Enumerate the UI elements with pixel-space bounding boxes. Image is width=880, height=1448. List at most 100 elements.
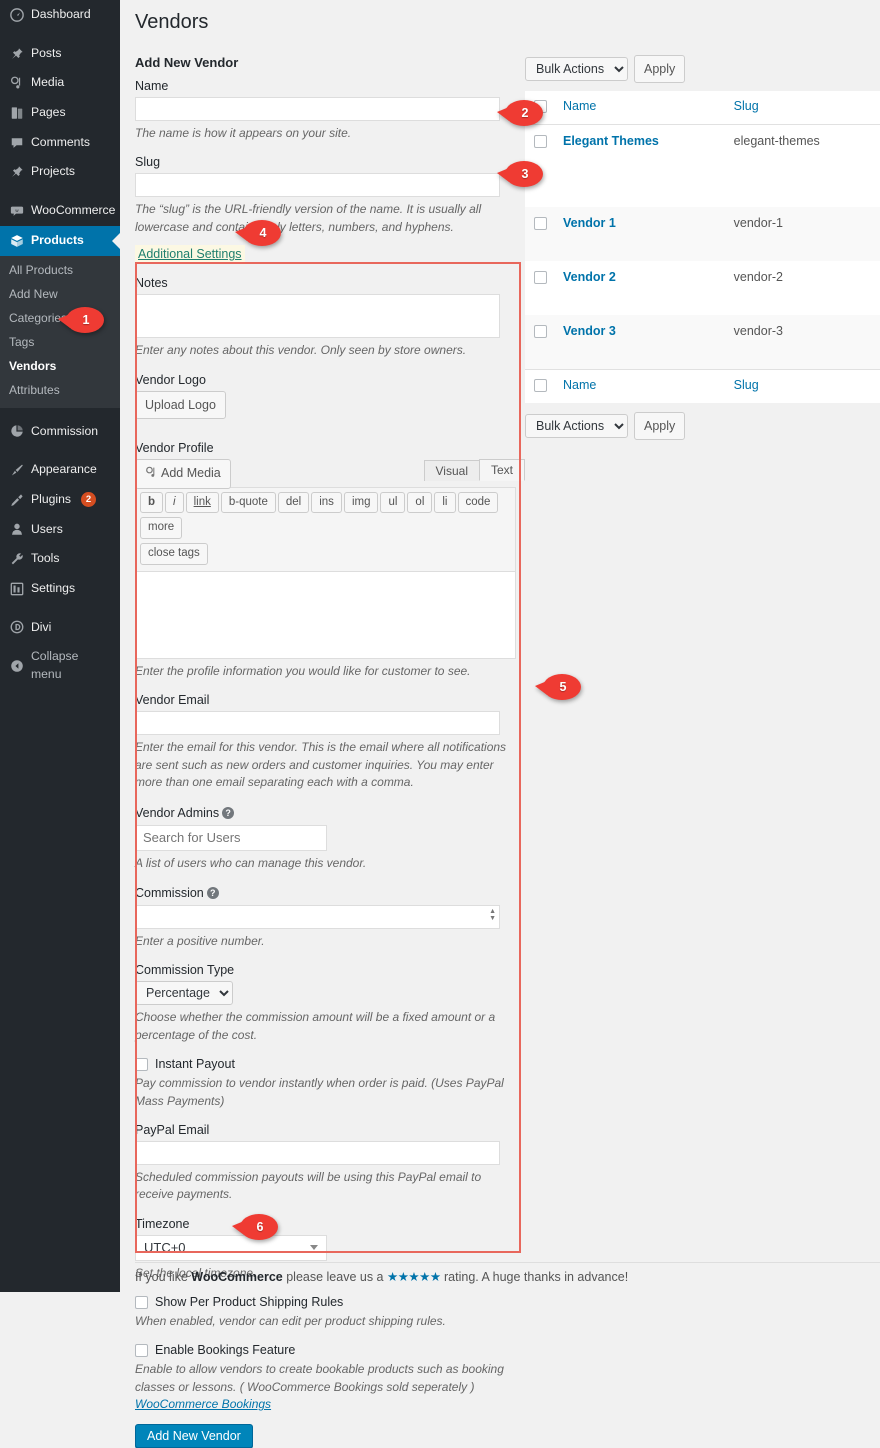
bulk-actions-select-bottom[interactable]: Bulk Actions — [525, 414, 628, 438]
apply-button-bottom[interactable]: Apply — [634, 412, 686, 440]
column-header-slug[interactable]: Slug — [724, 91, 880, 125]
name-input[interactable] — [135, 97, 500, 121]
sidebar-item-collapse-menu[interactable]: Collapse menu — [0, 642, 120, 689]
sidebar-item-settings[interactable]: Settings — [0, 574, 120, 604]
vendor-name-link[interactable]: Vendor 1 — [563, 216, 616, 230]
quicktag-code[interactable]: code — [457, 491, 499, 514]
quicktag-i[interactable]: i — [165, 491, 184, 514]
quicktag-b-quote[interactable]: b-quote — [220, 491, 276, 514]
quicktag-more[interactable]: more — [140, 517, 183, 540]
row-name-cell: Vendor 2 — [553, 261, 724, 315]
table-row[interactable]: Vendor 3 vendor-3 — [525, 315, 880, 370]
sidebar-item-attributes[interactable]: Attributes — [0, 378, 120, 402]
timezone-select[interactable]: UTC+0 — [135, 1234, 327, 1261]
commission-input[interactable] — [135, 904, 500, 929]
quicktag-link[interactable]: link — [185, 491, 219, 514]
bulk-actions-select-top[interactable]: Bulk Actions — [525, 57, 628, 81]
woocommerce-bookings-link[interactable]: WooCommerce Bookings — [135, 1397, 271, 1411]
bookings-feature-row[interactable]: Enable Bookings Feature — [135, 1343, 525, 1358]
slug-input[interactable] — [135, 173, 500, 198]
sort-by-slug-link[interactable]: Slug — [734, 99, 759, 113]
bookings-feature-help-text: Enable to allow vendors to create bookab… — [135, 1361, 518, 1413]
sidebar-item-vendors[interactable]: Vendors — [0, 354, 120, 378]
sidebar-item-woocommerce[interactable]: w WooCommerce — [0, 196, 120, 226]
paypal-email-help-text: Scheduled commission payouts will be usi… — [135, 1169, 482, 1202]
sort-by-slug-link-footer[interactable]: Slug — [734, 378, 759, 392]
sidebar-item-tools[interactable]: Tools — [0, 544, 120, 574]
column-header-name[interactable]: Name — [553, 91, 724, 125]
plug-icon — [9, 492, 24, 507]
apply-button-top[interactable]: Apply — [634, 55, 686, 83]
tab-visual[interactable]: Visual — [423, 459, 480, 481]
help-tip-icon[interactable]: ? — [222, 806, 235, 819]
sidebar-item-label: Users — [31, 521, 63, 536]
sidebar-item-comments[interactable]: Comments — [0, 128, 120, 158]
vendor-admins-input[interactable] — [135, 824, 327, 851]
add-new-vendor-submit-button[interactable]: Add New Vendor — [135, 1423, 253, 1448]
sidebar-item-commission[interactable]: Commission — [0, 417, 120, 447]
sidebar-item-posts[interactable]: Posts — [0, 39, 120, 69]
quicktag-ol[interactable]: ol — [407, 491, 433, 514]
sidebar-item-dashboard[interactable]: Dashboard — [0, 0, 120, 30]
sidebar-item-media[interactable]: Media — [0, 68, 120, 98]
editor-tabs: Visual Text — [423, 458, 525, 481]
row-checkbox[interactable] — [534, 271, 547, 284]
shipping-rules-row[interactable]: Show Per Product Shipping Rules — [135, 1295, 525, 1310]
paypal-email-label: PayPal Email — [135, 1122, 210, 1137]
quicktag-ul[interactable]: ul — [380, 491, 406, 514]
sidebar-item-projects[interactable]: Projects — [0, 157, 120, 187]
callout-marker-3: 3 — [497, 159, 543, 189]
instant-payout-checkbox[interactable] — [135, 1058, 148, 1072]
column-footer-name[interactable]: Name — [553, 370, 724, 404]
vendor-profile-textarea[interactable] — [135, 571, 516, 659]
vendor-name-link[interactable]: Vendor 3 — [563, 324, 616, 338]
quicktag-b[interactable]: b — [140, 491, 164, 514]
table-row[interactable]: Elegant Themes elegant-themes — [525, 125, 880, 208]
quicktag-img[interactable]: img — [343, 491, 379, 514]
sidebar-item-all-products[interactable]: All Products — [0, 258, 120, 282]
sidebar-item-products[interactable]: Products — [0, 225, 120, 256]
commission-type-help-text: Choose whether the commission amount wil… — [135, 1010, 496, 1042]
row-checkbox[interactable] — [534, 325, 547, 338]
row-checkbox[interactable] — [534, 217, 547, 230]
sort-by-name-link[interactable]: Name — [563, 99, 596, 113]
additional-settings-link[interactable]: Additional Settings — [138, 247, 242, 261]
tab-text[interactable]: Text — [478, 458, 525, 481]
sidebar-item-appearance[interactable]: Appearance — [0, 455, 120, 485]
vendor-admins-label-row: Vendor Admins? — [135, 805, 525, 820]
select-all-checkbox-footer[interactable] — [534, 379, 547, 392]
admin-sidebar: Dashboard Posts Media Pages Comments Pro… — [0, 0, 120, 1292]
paypal-email-input[interactable] — [135, 1140, 500, 1165]
vendor-name-link[interactable]: Vendor 2 — [563, 270, 616, 284]
upload-logo-button[interactable]: Upload Logo — [135, 390, 226, 419]
vendor-name-link[interactable]: Elegant Themes — [563, 134, 659, 148]
quicktag-li[interactable]: li — [434, 491, 456, 514]
number-stepper-icon[interactable]: ▲ ▼ — [489, 908, 496, 922]
divi-icon — [9, 620, 24, 635]
add-media-button[interactable]: Add Media — [135, 458, 231, 489]
column-footer-slug[interactable]: Slug — [724, 370, 880, 404]
sort-by-name-link-footer[interactable]: Name — [563, 378, 596, 392]
table-row[interactable]: Vendor 2 vendor-2 — [525, 261, 880, 315]
sidebar-item-add-new[interactable]: Add New — [0, 282, 120, 306]
quicktag-close-tags[interactable]: close tags — [140, 543, 208, 565]
instant-payout-row[interactable]: Instant Payout — [135, 1057, 525, 1072]
vendor-email-input[interactable] — [135, 711, 500, 736]
bookings-feature-checkbox[interactable] — [135, 1344, 148, 1358]
sidebar-item-pages[interactable]: Pages — [0, 98, 120, 128]
sidebar-item-divi[interactable]: Divi — [0, 613, 120, 643]
footer-text-mid: please leave us a — [282, 1270, 387, 1284]
quicktag-ins[interactable]: ins — [311, 491, 342, 514]
table-row[interactable]: Vendor 1 vendor-1 — [525, 207, 880, 261]
commission-type-select[interactable]: Percentage — [135, 981, 233, 1006]
sidebar-item-plugins[interactable]: Plugins 2 — [0, 485, 120, 515]
row-select-cell — [525, 261, 553, 315]
row-checkbox[interactable] — [534, 135, 547, 148]
rating-stars-icon[interactable]: ★★★★★ — [387, 1270, 441, 1284]
sidebar-item-users[interactable]: Users — [0, 515, 120, 545]
sidebar-item-label: Collapse menu — [31, 649, 79, 681]
quicktag-del[interactable]: del — [277, 491, 310, 514]
notes-textarea[interactable] — [135, 294, 500, 339]
shipping-rules-checkbox[interactable] — [135, 1296, 148, 1310]
help-tip-icon[interactable]: ? — [206, 886, 219, 899]
